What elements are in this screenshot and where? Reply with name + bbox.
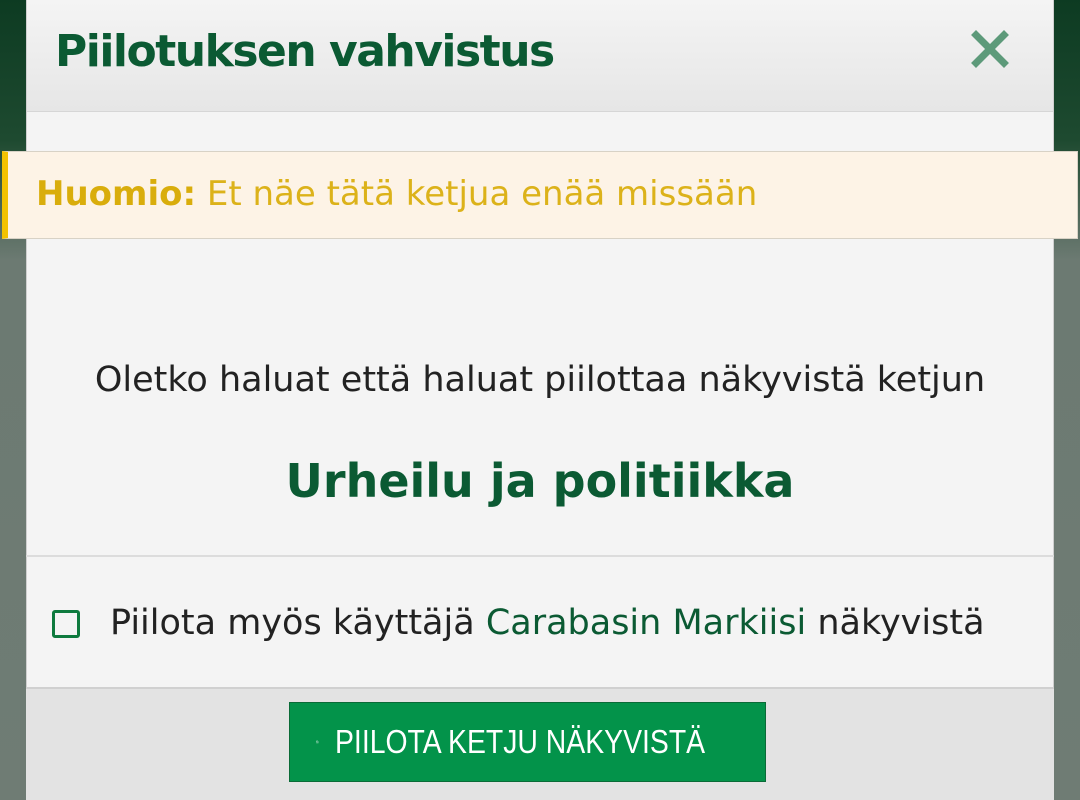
warning-alert-label: Huomio: [36,174,197,214]
hide-user-label-prefix: Piilota myös käyttäjä [110,603,486,643]
thread-title: Urheilu ja politiikka [285,454,795,508]
hide-user-label: Piilota myös käyttäjä Carabasin Markiisi… [110,595,985,651]
dialog-header: Piilotuksen vahvistus [27,0,1053,112]
close-icon [971,30,1009,68]
warning-alert-text: Et näe tätä ketjua enää missään [196,174,758,214]
divider [26,555,1054,557]
hide-user-option[interactable]: Piilota myös käyttäjä Carabasin Markiisi… [52,595,985,651]
close-button[interactable] [965,24,1015,74]
dialog-title: Piilotuksen vahvistus [55,26,555,77]
save-icon [316,740,319,744]
username-link[interactable]: Carabasin Markiisi [486,603,806,643]
confirmation-question: Oletko haluat että haluat piilottaa näky… [94,360,986,400]
hide-thread-button-label: PIILOTA KETJU NÄKYVISTÄ [334,723,705,760]
hide-user-checkbox[interactable] [52,610,80,638]
hide-thread-button[interactable]: PIILOTA KETJU NÄKYVISTÄ [289,702,766,782]
warning-alert: Huomio: Et näe tätä ketjua enää missään [2,151,1078,239]
hide-user-label-suffix: näkyvistä [806,603,985,643]
